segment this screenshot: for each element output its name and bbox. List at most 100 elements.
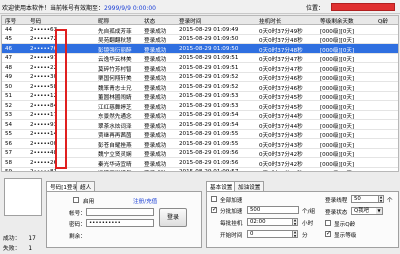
table-cell: 2015-08-29 01:09:52: [179, 74, 239, 80]
column-header[interactable]: 登录时间: [179, 17, 201, 25]
table-cell: [000级][0天]: [320, 123, 355, 130]
table-cell: 翠茶水炫词泽: [98, 123, 132, 130]
enable-checkbox[interactable]: [73, 197, 79, 203]
table-cell: 2•••••17: [30, 112, 58, 118]
batch-accelerate-checkbox[interactable]: [211, 206, 217, 213]
table-cell: 江红慈舞婷芝: [98, 104, 132, 111]
table-cell: 0天0时37分44秒: [259, 114, 303, 120]
table-cell: 彭苍自耀挫燕: [98, 142, 132, 149]
table-cell: [000级][0天]: [320, 152, 355, 158]
table-cell: 先自孤成芳菲: [98, 28, 132, 35]
position-label: 位置：: [306, 5, 325, 12]
column-header[interactable]: 号码: [30, 17, 41, 25]
table-cell: 0天0时37分45秒: [259, 104, 303, 111]
table-cell: [000级][0天]: [320, 47, 355, 54]
start-unit: 分: [302, 233, 308, 239]
tab-superman[interactable]: 超人: [76, 181, 96, 191]
table-cell: 2015-08-29 01:09:54: [179, 121, 239, 128]
table-cell: 登录成功: [144, 114, 167, 120]
password-label: 密码：: [69, 222, 86, 228]
table-cell: [000级][0天]: [320, 76, 355, 82]
column-header[interactable]: 序号: [5, 17, 16, 25]
table-cell: [000级][0天]: [320, 38, 355, 44]
table-cell: 57: [5, 150, 13, 156]
table-cell: 2•••••26: [30, 159, 58, 166]
show-qage-label: 显示Q龄: [334, 222, 356, 228]
table-cell: 吴苑翻翻秋慧: [98, 38, 132, 44]
table-cell: 2•••••81: [30, 169, 58, 172]
register-link[interactable]: 注册/充值: [133, 197, 157, 205]
table-cell: 2015-08-29 01:09:57: [179, 169, 239, 172]
column-header[interactable]: 等级剩余天数: [320, 17, 354, 25]
threads-input[interactable]: 50: [351, 195, 379, 203]
batch-unit: 个/组: [302, 209, 316, 215]
table-cell: 45: [5, 36, 13, 42]
threads-spinner[interactable]: ▲ ▼: [379, 195, 384, 203]
table-cell: 0天0时37分47秒: [259, 66, 303, 73]
table-cell: 2015-08-29 01:09:51: [179, 64, 239, 71]
batch-accelerate-label: 分批加速: [220, 209, 243, 215]
login-status-label: 登录状态: [325, 210, 348, 216]
login-status-select[interactable]: Q我吧 ▼: [351, 207, 383, 215]
start-spinner[interactable]: ▲ ▼: [293, 230, 298, 238]
tab-fuel-settings[interactable]: 加油设置: [234, 181, 265, 191]
start-input[interactable]: 0: [247, 230, 293, 238]
interval-spinner[interactable]: ▲ ▼: [293, 218, 298, 226]
table-cell: 登录成功: [144, 28, 167, 35]
table-cell: 58: [5, 159, 13, 166]
table-cell: [000级][0天]: [320, 161, 355, 168]
table-cell: 2015-08-29 01:09:52: [179, 83, 239, 90]
table-cell: 云逸华云林美: [98, 57, 132, 63]
login-status-value: Q我吧: [354, 208, 370, 214]
table-cell: 2015-08-29 01:09:49: [179, 26, 239, 33]
table-cell: 47: [5, 55, 13, 61]
table-cell: 2015-08-29 01:09:54: [179, 112, 239, 118]
table-cell: 登录成功: [144, 66, 167, 73]
table-cell: 0天0时37分47秒: [259, 57, 303, 63]
show-level-label: 显示等级: [334, 233, 357, 239]
table-cell: 魏宁立贤灵娴: [98, 152, 132, 158]
login-button[interactable]: 登录: [159, 208, 187, 227]
settings-panel: 全部加速 分批加速 500 个/组 每批挂机 02:00 ▲▼ 小时 开始时间 …: [206, 191, 399, 248]
password-input[interactable]: ••••••••••: [86, 219, 154, 227]
table-cell: 59: [5, 169, 13, 172]
table-cell: 2015-08-29 01:09:55: [179, 140, 239, 147]
show-qage-checkbox[interactable]: [325, 220, 331, 226]
table-cell: 56: [5, 140, 13, 147]
success-label: 成功：: [3, 236, 21, 242]
table-cell: 2•••••93: [30, 121, 58, 128]
table-cell: 2•••••76: [30, 45, 58, 52]
table-cell: 2•••••30: [30, 74, 58, 80]
column-header[interactable]: Q龄: [378, 17, 388, 25]
table-cell: [000级][0天]: [320, 57, 355, 63]
table-cell: 魏笨青志士兄: [98, 85, 132, 92]
account-input[interactable]: [86, 208, 154, 216]
preview-box: [4, 178, 42, 216]
table-cell: 0天0时37分43秒: [259, 142, 303, 149]
column-header[interactable]: 昵称: [98, 17, 109, 25]
table-cell: 2015-08-29 01:09:56: [179, 159, 239, 166]
column-header[interactable]: 挂机时长: [259, 17, 281, 25]
enable-label: 启用: [83, 199, 95, 205]
interval-input[interactable]: 02:00: [247, 218, 293, 226]
table-cell: 49: [5, 74, 13, 80]
accelerate-all-label: 全部加速: [220, 198, 243, 204]
account-label: 帐号：: [69, 211, 86, 217]
table-cell: 0天0时37分42秒: [259, 161, 303, 168]
table-cell: 0天0时37分43秒: [259, 133, 303, 139]
fail-count: 失败： 1: [3, 243, 32, 252]
batch-size-input[interactable]: 500: [247, 206, 299, 214]
accelerate-all-checkbox[interactable]: [211, 196, 217, 202]
show-level-checkbox[interactable]: [325, 230, 331, 237]
table-cell: 2•••••48: [30, 150, 58, 156]
column-header[interactable]: 状态: [144, 17, 155, 25]
fail-label: 失败：: [3, 246, 21, 252]
chevron-down-icon: ▼: [376, 208, 382, 214]
table-cell: 登录成功: [144, 123, 167, 130]
threads-unit: 个: [387, 198, 393, 204]
table-cell: 2•••••14: [30, 131, 58, 137]
table-cell: [000级][0天]: [320, 169, 354, 171]
table-cell: 东景然先通念: [98, 114, 132, 120]
table-cell: 52: [5, 102, 13, 109]
position-indicator: [331, 3, 395, 11]
